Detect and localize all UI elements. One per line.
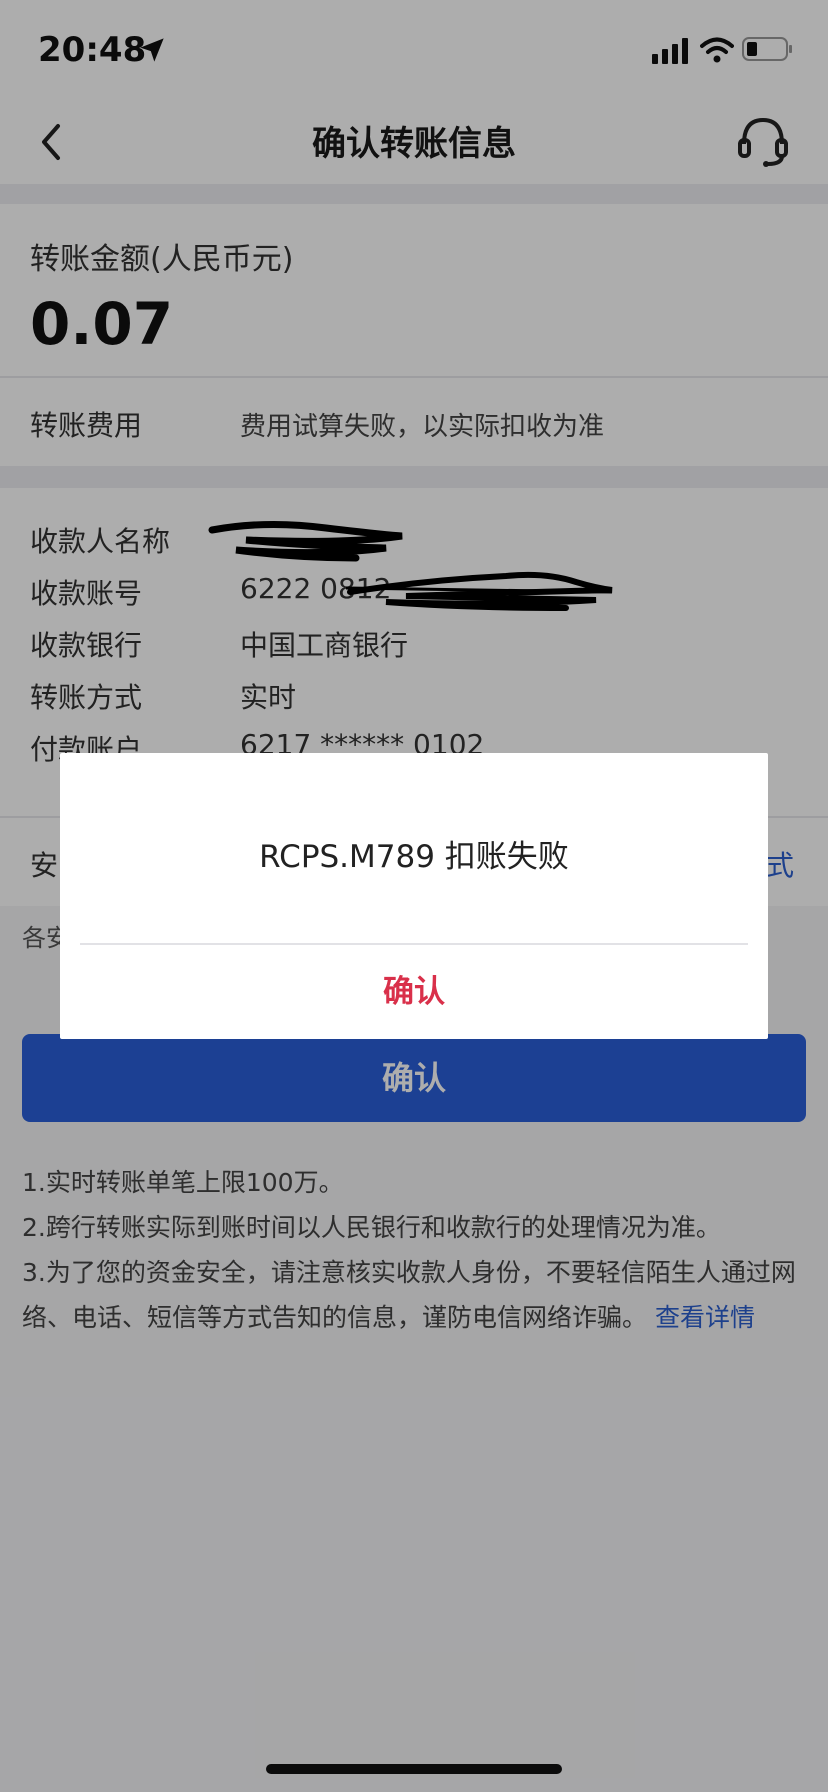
dialog-confirm-button[interactable]: 确认 [60,945,768,1039]
dialog-message: RCPS.M789 扣账失败 [259,839,569,875]
error-dialog: RCPS.M789 扣账失败 确认 [60,753,768,1039]
transfer-confirm-page: 20:48 确认转账信息 转账金额(人民币元) 0.07 转账费用 费用试算失败… [0,0,828,1792]
